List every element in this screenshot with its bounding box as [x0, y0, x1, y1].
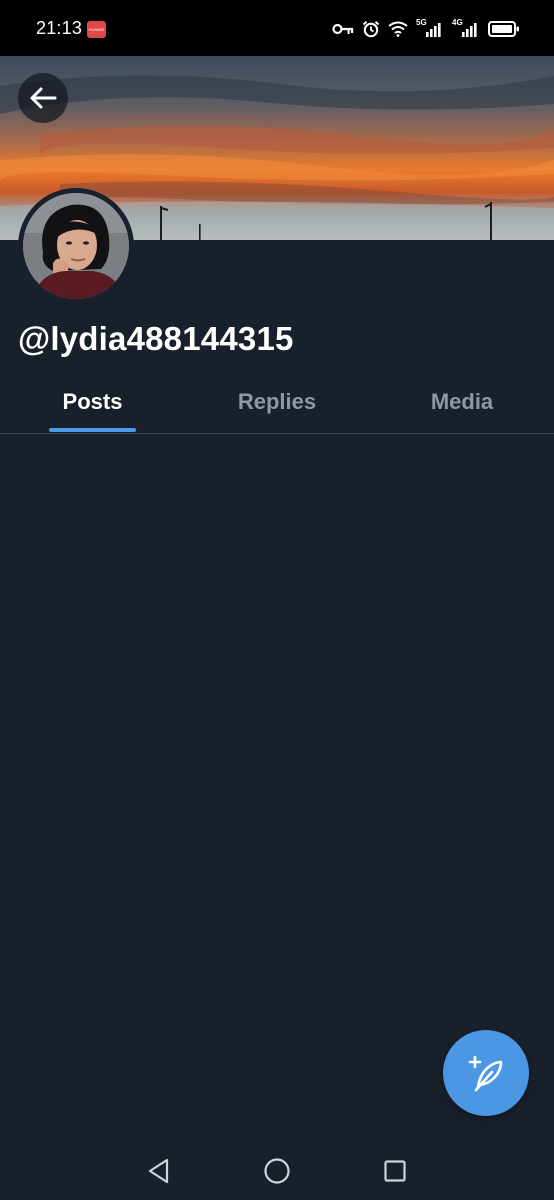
signal-5g-icon: 5G — [416, 18, 444, 38]
home-circle-icon — [264, 1158, 290, 1184]
nav-back-button[interactable] — [144, 1156, 174, 1186]
status-icons: 5G 4G — [332, 17, 520, 41]
app-notification-icon: HUAWEI — [87, 21, 106, 38]
active-tab-indicator — [49, 428, 136, 432]
nav-home-button[interactable] — [262, 1156, 292, 1186]
vpn-key-icon — [332, 23, 354, 35]
alarm-icon — [362, 21, 380, 38]
back-button[interactable] — [18, 73, 68, 123]
profile-screen: 21:13 HUAWEI 5G 4G @lydia488144315 Posts… — [0, 0, 554, 1200]
compose-post-button[interactable] — [443, 1030, 529, 1116]
signal-4g-icon: 4G — [452, 18, 480, 38]
posts-feed — [0, 434, 554, 1134]
profile-tabs: Posts Replies Media — [0, 372, 554, 434]
arrow-left-icon — [30, 87, 57, 109]
compose-feather-plus-icon — [468, 1055, 503, 1092]
profile-username: @lydia488144315 — [18, 320, 294, 357]
avatar[interactable] — [18, 188, 134, 304]
status-time: 21:13 — [36, 18, 83, 38]
recents-square-icon — [384, 1160, 406, 1182]
battery-icon — [488, 21, 519, 37]
tab-posts[interactable]: Posts — [30, 372, 155, 432]
avatar-photo — [23, 193, 129, 299]
tab-replies[interactable]: Replies — [214, 372, 340, 432]
system-navigation-bar — [0, 1140, 554, 1200]
wifi-icon — [388, 21, 408, 37]
nav-recents-button[interactable] — [380, 1156, 410, 1186]
status-bar: 21:13 HUAWEI 5G 4G — [0, 0, 554, 56]
tab-media[interactable]: Media — [400, 372, 524, 432]
back-triangle-icon — [148, 1158, 169, 1184]
